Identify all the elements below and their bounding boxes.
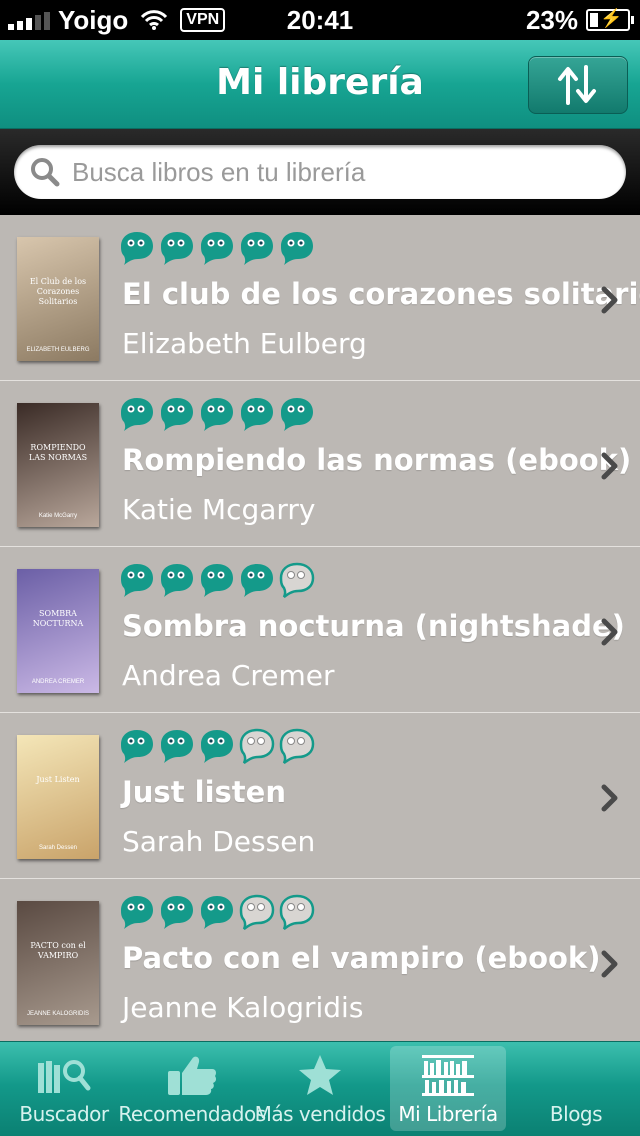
rating-bubble-filled-icon xyxy=(201,730,233,763)
book-cover-title: PACTO con el VAMPIRO xyxy=(30,941,86,960)
book-title: Pacto con el vampiro (ebook) xyxy=(122,941,601,975)
tab-buscador[interactable]: Buscador xyxy=(0,1042,128,1136)
sort-button[interactable] xyxy=(528,56,628,114)
rating-bubble-filled-icon xyxy=(201,896,233,929)
chevron-right-icon xyxy=(601,286,618,314)
rating-bubble-filled-icon xyxy=(201,232,233,265)
blogs-icon xyxy=(553,1052,599,1098)
rating-bubble-filled-icon xyxy=(201,398,233,431)
book-cover: ROMPIENDO LAS NORMAS Katie McGarry xyxy=(17,403,99,527)
book-row[interactable]: ROMPIENDO LAS NORMAS Katie McGarry Rompi… xyxy=(0,381,640,547)
rating-bubble-filled-icon xyxy=(161,232,193,265)
chevron-right-icon xyxy=(601,950,618,978)
sort-arrows-icon xyxy=(558,65,596,105)
book-row[interactable]: SOMBRA NOCTURNA ANDREA CREMER Sombra noc… xyxy=(0,547,640,713)
rating-bubble-empty-icon xyxy=(239,894,275,931)
book-row[interactable]: PACTO con el VAMPIRO JEANNE KALOGRIDIS P… xyxy=(0,879,640,1041)
rating-bubble-empty-icon xyxy=(279,894,315,931)
tab-label: Buscador xyxy=(19,1102,109,1126)
rating-bubble-filled-icon xyxy=(241,232,273,265)
rating-bubble-empty-icon xyxy=(239,728,275,765)
book-cover-title: Just Listen xyxy=(36,775,80,784)
book-rating xyxy=(118,229,316,267)
book-cover: El Club de los Corazones Solitarios ELIZ… xyxy=(17,237,99,361)
book-row[interactable]: El Club de los Corazones Solitarios ELIZ… xyxy=(0,215,640,381)
tab-label: Recomendados xyxy=(118,1102,266,1126)
search-field[interactable] xyxy=(14,145,626,199)
book-list[interactable]: El Club de los Corazones Solitarios ELIZ… xyxy=(0,215,640,1041)
book-title: Sombra nocturna (nightshade) xyxy=(122,609,625,643)
rating-bubble-filled-icon xyxy=(161,896,193,929)
book-cover-author: JEANNE KALOGRIDIS xyxy=(26,1011,89,1017)
book-title: Rompiendo las normas (ebook) xyxy=(122,443,632,477)
book-cover: SOMBRA NOCTURNA ANDREA CREMER xyxy=(17,569,99,693)
book-row[interactable]: Just Listen Sarah Dessen Just listen Sar… xyxy=(0,713,640,879)
book-cover-author: Sarah Dessen xyxy=(38,845,78,851)
book-author: Elizabeth Eulberg xyxy=(122,327,367,360)
thumbs-up-icon xyxy=(166,1052,218,1098)
tab-label: Más vendidos xyxy=(254,1102,386,1126)
tab-label: Mi Librería xyxy=(398,1102,498,1126)
book-author: Andrea Cremer xyxy=(122,659,335,692)
search-books-icon xyxy=(36,1052,92,1098)
rating-bubble-filled-icon xyxy=(121,564,153,597)
chevron-right-icon xyxy=(601,784,618,812)
book-rating xyxy=(118,893,316,931)
rating-bubble-filled-icon xyxy=(241,398,273,431)
book-cover-title: ROMPIENDO LAS NORMAS xyxy=(28,443,88,462)
rating-bubble-filled-icon xyxy=(281,398,313,431)
book-author: Katie Mcgarry xyxy=(122,493,316,526)
battery-fill xyxy=(590,13,599,27)
star-icon xyxy=(297,1052,343,1098)
tab-bar: Buscador Recomendados Más vendidos Mi Libre… xyxy=(0,1041,640,1136)
search-icon xyxy=(31,158,60,187)
rating-bubble-filled-icon xyxy=(121,730,153,763)
rating-bubble-filled-icon xyxy=(161,730,193,763)
tab-blogs[interactable]: Blogs xyxy=(512,1042,640,1136)
charging-bolt-icon: ⚡ xyxy=(600,8,623,28)
book-cover-title: SOMBRA NOCTURNA xyxy=(32,609,84,628)
rating-bubble-filled-icon xyxy=(121,232,153,265)
book-author: Sarah Dessen xyxy=(122,825,316,858)
rating-bubble-empty-icon xyxy=(279,728,315,765)
screen: Yoigo VPN 20:41 23% ⚡ Mi librería Busca … xyxy=(0,0,640,1136)
book-author: Jeanne Kalogridis xyxy=(122,991,364,1024)
tab-más-vendidos[interactable]: Más vendidos xyxy=(254,1042,386,1136)
rating-bubble-filled-icon xyxy=(121,398,153,431)
book-cover-author: Katie McGarry xyxy=(38,513,78,519)
book-cover: Just Listen Sarah Dessen xyxy=(17,735,99,859)
rating-bubble-filled-icon xyxy=(161,398,193,431)
battery-percent: 23% xyxy=(525,4,578,35)
book-cover-title: El Club de los Corazones Solitarios xyxy=(29,277,87,306)
book-cover: PACTO con el VAMPIRO JEANNE KALOGRIDIS xyxy=(17,901,99,1025)
tab-recomendados[interactable]: Recomendados xyxy=(118,1042,266,1136)
book-rating xyxy=(118,561,316,599)
book-rating xyxy=(118,395,316,433)
tab-mi-librería[interactable]: Mi Librería xyxy=(384,1042,512,1136)
rating-bubble-filled-icon xyxy=(161,564,193,597)
rating-bubble-filled-icon xyxy=(281,232,313,265)
navigation-bar: Mi librería xyxy=(0,40,640,129)
battery-icon: ⚡ xyxy=(586,8,634,31)
book-rating xyxy=(118,727,316,765)
tab-label: Blogs xyxy=(549,1102,603,1126)
rating-bubble-empty-icon xyxy=(279,562,315,599)
book-cover-author: ELIZABETH EULBERG xyxy=(26,347,90,353)
rating-bubble-filled-icon xyxy=(121,896,153,929)
search-bar xyxy=(0,129,640,215)
status-bar: Yoigo VPN 20:41 23% ⚡ xyxy=(0,0,640,40)
book-cover-author: ANDREA CREMER xyxy=(31,679,85,685)
rating-bubble-filled-icon xyxy=(201,564,233,597)
search-input[interactable] xyxy=(70,155,594,189)
book-title: Just listen xyxy=(122,775,286,809)
bookshelf-icon xyxy=(420,1052,476,1098)
chevron-right-icon xyxy=(601,618,618,646)
book-title: El club de los corazones solitarios xyxy=(122,277,640,311)
rating-bubble-filled-icon xyxy=(241,564,273,597)
chevron-right-icon xyxy=(601,452,618,480)
